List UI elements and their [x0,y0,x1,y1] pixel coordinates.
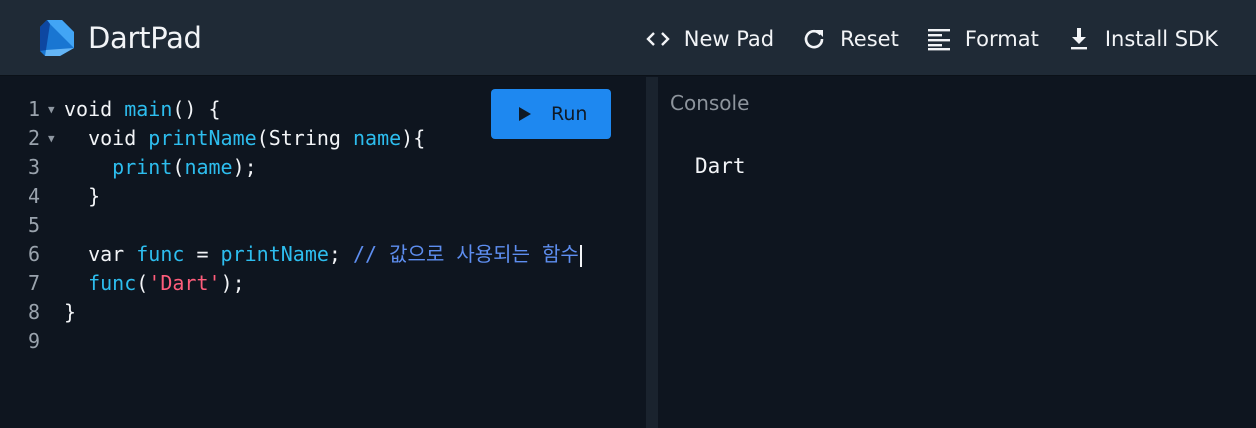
code-token: ); [220,271,245,295]
line-number: 5 [27,213,40,237]
code-token: main [124,97,173,121]
code-token: void [64,126,149,150]
top-bar: DartPad New Pad Reset Format Install SDK [0,0,1256,76]
console-output: Dart [695,154,746,178]
code-editor[interactable]: 1 ▼ void main() { 2 ▼ void printName(String … [0,77,646,428]
code-token: ); [232,155,257,179]
code-token: print [112,155,173,179]
line-number: 3 [27,155,40,179]
pane-splitter[interactable] [646,77,658,428]
install-sdk-label: Install SDK [1104,27,1218,51]
run-button[interactable]: Run [491,89,611,139]
format-align-icon [927,29,950,51]
format-button[interactable]: Format [927,27,1039,51]
code-token: ( [136,271,149,295]
code-token: 값으로 사용되는 함수 [389,242,579,266]
code-token: printName [220,242,329,266]
code-brackets-icon [646,32,670,46]
play-icon [519,107,531,121]
code-token: (String [256,126,353,150]
code-text: } [64,182,100,211]
new-pad-label: New Pad [683,27,775,51]
dart-logo-icon [40,20,74,56]
line-number: 6 [27,242,40,266]
code-token: void [64,97,125,121]
code-text: print(name); [64,153,257,182]
code-token: var [64,242,137,266]
format-label: Format [964,27,1039,51]
code-token: ( [172,155,185,179]
code-text: void printName(String name){ [64,124,425,153]
brand[interactable]: DartPad [38,18,202,58]
code-token: } [64,184,101,208]
install-sdk-button[interactable]: Install SDK [1067,27,1218,51]
code-token: = [184,242,221,266]
reset-label: Reset [840,27,899,51]
download-icon [1070,28,1087,50]
console-title: Console [670,91,750,115]
toolbar: New Pad Reset Format Install SDK [646,22,1218,56]
code-text: var func = printName; // 값으로 사용되는 함수 [64,240,582,269]
new-pad-button[interactable]: New Pad [646,27,774,51]
fold-toggle-icon[interactable]: ▼ [48,95,55,124]
code-token: ){ [401,126,426,150]
code-token: func [136,242,185,266]
code-token: // [353,242,390,266]
app-title: DartPad [88,21,202,55]
console-panel: Console Dart [658,77,1256,428]
code-token: printName [148,126,257,150]
code-token: func [88,271,137,295]
line-number: 7 [27,271,40,295]
line-number: 2 [27,126,40,150]
line-number: 8 [27,300,40,324]
code-token: ; [328,242,354,266]
line-number: 9 [27,329,40,353]
code-text: } [64,298,76,327]
code-text: func('Dart'); [64,269,245,298]
code-token: () { [172,97,221,121]
reset-button[interactable]: Reset [802,27,899,51]
line-number: 4 [27,184,40,208]
fold-toggle-icon[interactable]: ▼ [48,124,55,153]
line-number: 1 [27,97,40,121]
code-token: } [64,300,77,324]
code-text: void main() { [64,95,221,124]
run-label: Run [551,103,588,125]
code-token: name [184,155,233,179]
text-cursor [579,244,582,267]
code-token: 'Dart' [148,271,221,295]
code-token: name [353,126,402,150]
refresh-icon [804,29,824,49]
